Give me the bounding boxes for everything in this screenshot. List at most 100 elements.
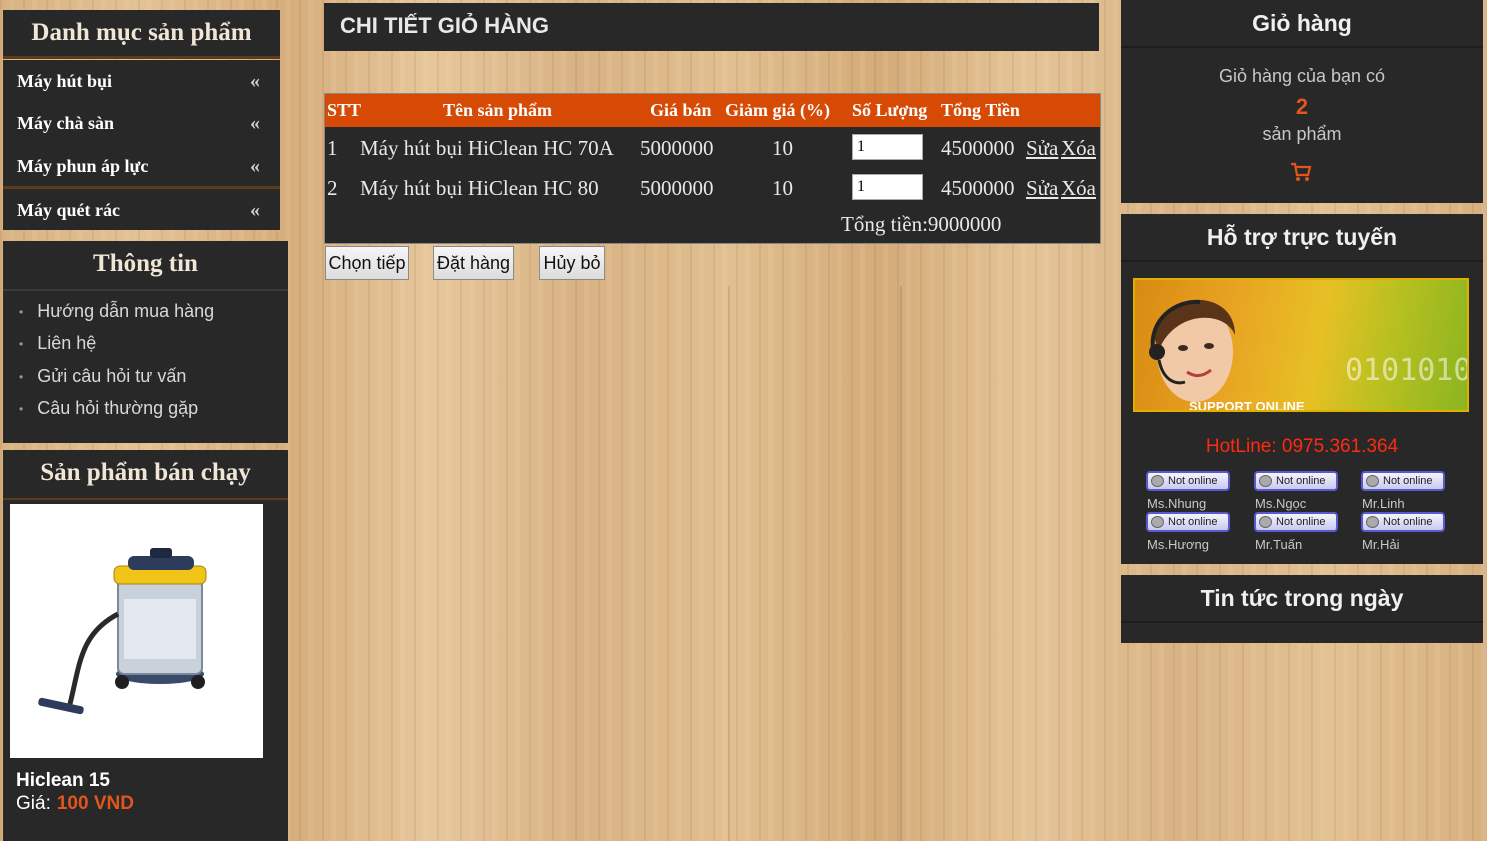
cell-price: 5000000 (640, 176, 714, 200)
agent-name: Ms.Hương (1147, 537, 1210, 552)
column-header-price: Giá bán (650, 100, 712, 120)
info-label: Liên hệ (37, 333, 97, 353)
quantity-input[interactable]: 1 (852, 134, 923, 160)
status-label: Not online (1276, 475, 1326, 487)
chevron-left-icon: « (250, 155, 260, 177)
place-order-button[interactable]: Đặt hàng (433, 246, 514, 280)
info-item-contact[interactable]: • Liên hệ (19, 333, 96, 354)
cell-stt: 1 (327, 136, 338, 160)
category-label: Máy phun áp lực (17, 156, 149, 176)
cart-summary-text: Giỏ hàng của bạn có (1218, 66, 1386, 86)
yahoo-status-button[interactable]: Not online (1254, 471, 1338, 491)
info-label: Gửi câu hỏi tư vấn (37, 366, 187, 386)
cart-summary-panel: Giỏ hàng Giỏ hàng của bạn có 2 sản phẩm (1121, 0, 1483, 203)
info-label: Câu hỏi thường gặp (37, 398, 199, 418)
status-label: Not online (1383, 475, 1433, 487)
status-label: Not online (1168, 516, 1218, 528)
yahoo-status-button[interactable]: Not online (1254, 512, 1338, 532)
agent-name: Mr.Linh (1362, 496, 1405, 511)
cell-stt: 2 (327, 176, 338, 200)
chevron-left-icon: « (250, 199, 260, 221)
agent-name: Mr.Hải (1362, 537, 1400, 552)
category-item-sweeper[interactable]: Máy quét rác « (3, 190, 280, 230)
delete-link[interactable]: Xóa (1061, 176, 1096, 201)
cart-icon[interactable] (1289, 160, 1313, 184)
edit-link[interactable]: Sửa (1026, 136, 1058, 161)
divider (3, 186, 280, 189)
price-label: Giá: (16, 793, 51, 814)
price-value: 100 VND (56, 793, 134, 814)
product-name[interactable]: Hiclean 15 (16, 770, 110, 792)
cart-summary-header: Giỏ hàng (1121, 0, 1483, 48)
column-header-quantity: Số Lượng (852, 100, 928, 120)
status-label: Not online (1276, 516, 1326, 528)
cell-discount: 10 (772, 136, 793, 160)
category-header: Danh mục sản phẩm (3, 10, 280, 59)
agent-name: Mr.Tuấn (1255, 537, 1303, 552)
table-header: STT Tên sản phẩm Giá bán Giảm giá (%) Số… (325, 94, 1100, 127)
cart-item-count: 2 (1295, 94, 1309, 119)
info-list: • Hướng dẫn mua hàng • Liên hệ • Gửi câu hỏ… (3, 291, 288, 443)
chevron-left-icon: « (250, 70, 260, 92)
cell-product-name: Máy hút bụi HiClean HC 80 (360, 176, 599, 200)
category-item-floor-scrubber[interactable]: Máy chà sàn « (3, 103, 280, 143)
chevron-left-icon: « (250, 112, 260, 134)
column-header-name: Tên sản phẩm (443, 100, 553, 120)
info-item-guide[interactable]: • Hướng dẫn mua hàng (19, 301, 214, 322)
cart-detail-title: CHI TIẾT GIỎ HÀNG (324, 3, 1099, 51)
cart-table: STT Tên sản phẩm Giá bán Giảm giá (%) Số… (324, 93, 1101, 244)
cell-discount: 10 (772, 176, 793, 200)
yahoo-status-button[interactable]: Not online (1361, 512, 1445, 532)
cell-total: 4500000 (941, 176, 1015, 200)
bestseller-header: Sản phẩm bán chạy (3, 450, 288, 500)
category-item-pressure-washer[interactable]: Máy phun áp lực « (3, 146, 280, 186)
quantity-input[interactable]: 1 (852, 174, 923, 200)
edit-link[interactable]: Sửa (1026, 176, 1058, 201)
info-label: Hướng dẫn mua hàng (37, 301, 215, 321)
category-label: Máy quét rác (17, 200, 120, 220)
page-title: CHI TIẾT GIỎ HÀNG (340, 13, 549, 38)
bullet-icon: • (19, 337, 24, 352)
status-icon (1366, 516, 1379, 528)
banner-caption: SUPPORT ONLINE (1189, 399, 1305, 412)
column-header-stt: STT (327, 100, 362, 120)
category-label: Máy hút bụi (17, 71, 113, 91)
status-icon (1259, 516, 1272, 528)
info-item-faq[interactable]: • Câu hỏi thường gặp (19, 398, 198, 419)
column-header-discount: Giảm giá (%) (725, 100, 830, 120)
yahoo-status-button[interactable]: Not online (1146, 512, 1230, 532)
news-header: Tin tức trong ngày (1121, 575, 1483, 623)
status-label: Not online (1383, 516, 1433, 528)
hotline: HotLine: 0975.361.364 (1205, 436, 1399, 457)
category-list: Máy hút bụi « Máy chà sàn « Máy phun áp … (3, 60, 280, 230)
category-item-vacuum[interactable]: Máy hút bụi « (3, 61, 280, 101)
support-agent-image: 0101010 (1149, 299, 1467, 402)
support-banner: 0101010 SUPPORT ONLINE (1133, 278, 1469, 412)
cart-summary-unit: sản phẩm (1262, 124, 1342, 144)
news-panel: Tin tức trong ngày (1121, 575, 1483, 643)
cancel-button[interactable]: Hủy bỏ (539, 246, 605, 280)
continue-shopping-button[interactable]: Chọn tiếp (325, 246, 409, 280)
cell-product-name: Máy hút bụi HiClean HC 70A (360, 136, 614, 160)
bullet-icon: • (19, 402, 24, 417)
cell-total: 4500000 (941, 136, 1015, 160)
agent-name: Ms.Nhung (1147, 496, 1207, 511)
status-icon (1151, 475, 1164, 487)
product-price: Giá: 100 VND (16, 793, 134, 815)
product-image[interactable] (10, 504, 263, 758)
floor-seam (900, 286, 902, 841)
status-label: Not online (1168, 475, 1218, 487)
support-header: Hỗ trợ trực tuyến (1121, 214, 1483, 262)
banner-digits: 0101010 (1345, 353, 1467, 388)
info-item-ask[interactable]: • Gửi câu hỏi tư vấn (19, 366, 186, 387)
yahoo-status-button[interactable]: Not online (1146, 471, 1230, 491)
bestseller-panel: Hiclean 15 Giá: 100 VND (3, 500, 288, 841)
status-icon (1259, 475, 1272, 487)
grand-total: Tổng tiền:9000000 (841, 212, 1002, 236)
column-header-total: Tổng Tiền (941, 100, 1020, 120)
bullet-icon: • (19, 305, 24, 320)
yahoo-status-button[interactable]: Not online (1361, 471, 1445, 491)
category-label: Máy chà sàn (17, 113, 115, 133)
status-icon (1151, 516, 1164, 528)
delete-link[interactable]: Xóa (1061, 136, 1096, 161)
